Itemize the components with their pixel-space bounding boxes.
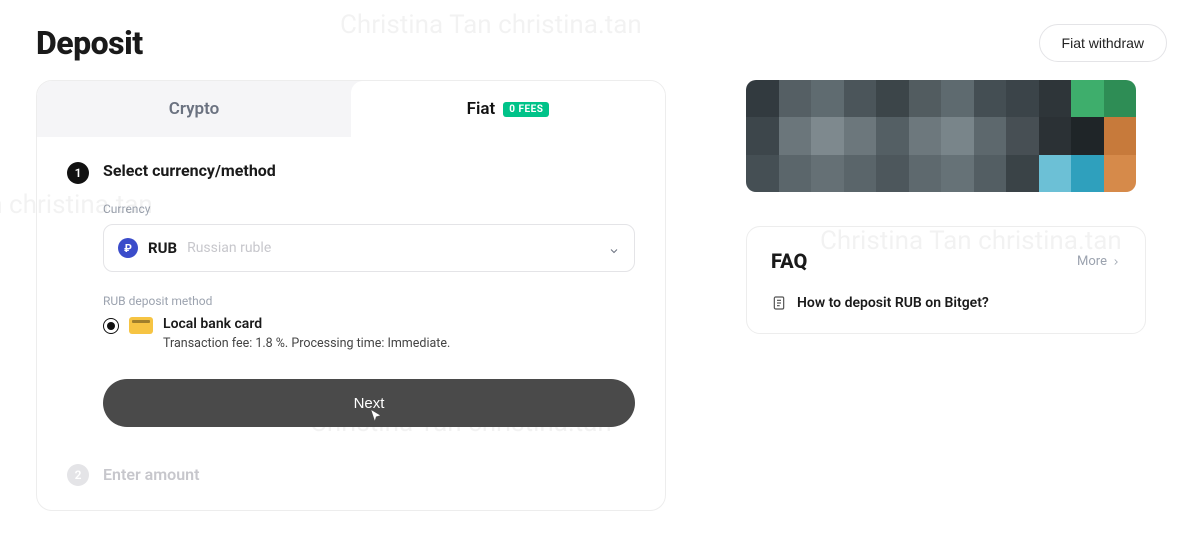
currency-code: RUB (148, 239, 177, 257)
currency-name: Russian ruble (187, 240, 271, 256)
step-1-title: Select currency/method (103, 161, 635, 180)
method-option-local-bank-card[interactable]: Local bank card Transaction fee: 1.8 %. … (103, 316, 635, 351)
zero-fees-badge: 0 FEES (503, 102, 549, 117)
tab-crypto-label: Crypto (169, 99, 220, 119)
bank-card-icon (129, 317, 153, 334)
step-2-title: Enter amount (103, 465, 199, 484)
document-icon (771, 295, 787, 311)
method-label: RUB deposit method (103, 294, 635, 308)
rub-coin-icon: ₽ (118, 238, 138, 258)
currency-select[interactable]: ₽ RUB Russian ruble (103, 224, 635, 272)
chevron-down-icon (608, 242, 620, 254)
fiat-withdraw-button[interactable]: Fiat withdraw (1039, 24, 1167, 62)
currency-label: Currency (103, 202, 635, 216)
faq-title: FAQ (771, 249, 807, 273)
faq-card: FAQ More How to deposit RUB on Bitget? (746, 226, 1146, 334)
tab-fiat[interactable]: Fiat 0 FEES (351, 81, 665, 137)
deposit-tabs: Crypto Fiat 0 FEES (37, 81, 665, 137)
method-subtext: Transaction fee: 1.8 %. Processing time:… (163, 336, 635, 351)
next-button[interactable]: Next (103, 379, 635, 427)
faq-item[interactable]: How to deposit RUB on Bitget? (771, 295, 1121, 311)
radio-selected-icon (103, 318, 119, 334)
faq-more-label: More (1077, 254, 1107, 269)
step-1-number: 1 (67, 162, 89, 184)
page-title: Deposit (36, 24, 143, 62)
method-name: Local bank card (163, 316, 635, 332)
promo-banner[interactable] (746, 80, 1136, 192)
step-2-number: 2 (67, 464, 89, 486)
tab-fiat-label: Fiat (467, 99, 496, 119)
tab-crypto[interactable]: Crypto (37, 81, 351, 137)
deposit-card: Crypto Fiat 0 FEES 1 Select currency/met… (36, 80, 666, 511)
faq-item-text: How to deposit RUB on Bitget? (797, 295, 989, 311)
chevron-right-icon (1111, 256, 1121, 266)
cursor-icon (369, 409, 383, 423)
faq-more-link[interactable]: More (1077, 254, 1121, 269)
